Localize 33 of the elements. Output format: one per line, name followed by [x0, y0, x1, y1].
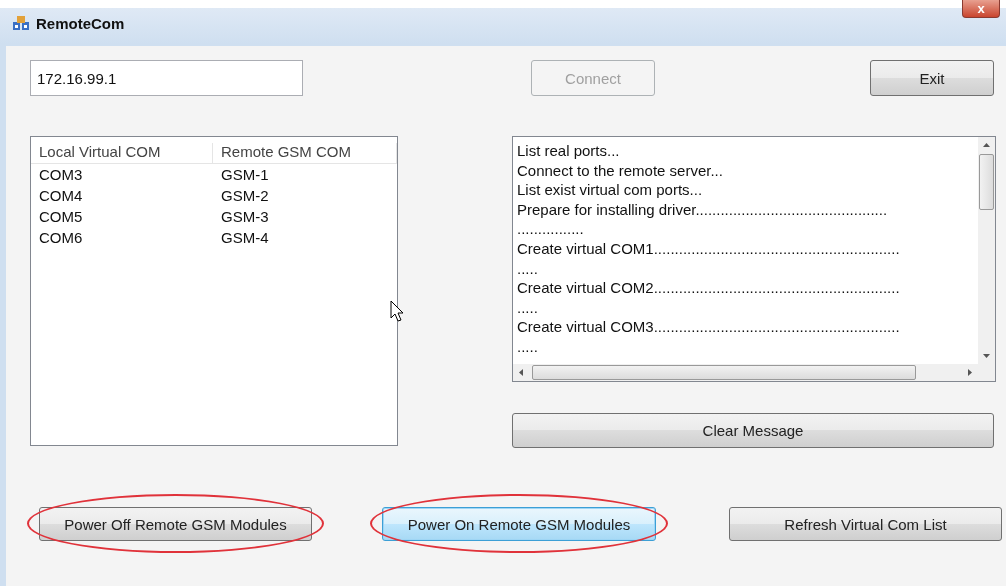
log-line: .....: [517, 336, 539, 357]
exit-button[interactable]: Exit: [870, 60, 994, 96]
log-line: ................: [517, 219, 585, 239]
log-line: Create virtual COM1...........................................................: [517, 238, 901, 259]
log-line: Connect to the remote server...: [517, 160, 724, 181]
column-header[interactable]: Remote GSM COM: [213, 143, 397, 163]
window-title: RemoteCom: [36, 14, 125, 32]
table-cell-text: GSM-2: [220, 186, 270, 206]
power-button[interactable]: Refresh Virtual Com List: [729, 507, 1002, 541]
column-header[interactable]: Local Virtual COM: [31, 143, 213, 163]
log-line: List real ports...: [517, 141, 621, 161]
table-cell-text: GSM-1: [220, 165, 270, 185]
log-line: .....: [517, 258, 539, 279]
table-cell-text: COM6: [38, 228, 84, 248]
table-cell-text: COM4: [38, 186, 84, 206]
power-button[interactable]: Power Off Remote GSM Modules: [39, 507, 312, 541]
horizontal-scrollbar[interactable]: [513, 364, 978, 381]
table-cell-text: COM5: [38, 207, 84, 227]
table-cell-text: COM3: [38, 165, 84, 185]
clear-message-button[interactable]: Clear Message: [512, 413, 994, 448]
app-icon: [12, 15, 30, 31]
log-line: Prepare for installing driver..............................................: [517, 199, 889, 220]
table-cell-text: GSM-3: [220, 207, 270, 227]
scroll-thumb[interactable]: [979, 154, 994, 210]
log-line: Create virtual COM3...........................................................: [517, 317, 901, 337]
vertical-scrollbar[interactable]: [978, 137, 995, 364]
log-line: Create virtual COM2...........................................................: [517, 278, 901, 298]
log-line: .....: [517, 297, 539, 318]
address-field[interactable]: 172.16.99.1: [30, 60, 303, 96]
log-line: List exist virtual com ports...: [517, 180, 704, 200]
scroll-thumb[interactable]: [532, 365, 916, 380]
power-button[interactable]: Power On Remote GSM Modules: [382, 507, 656, 541]
table-cell-text: GSM-4: [220, 228, 270, 248]
